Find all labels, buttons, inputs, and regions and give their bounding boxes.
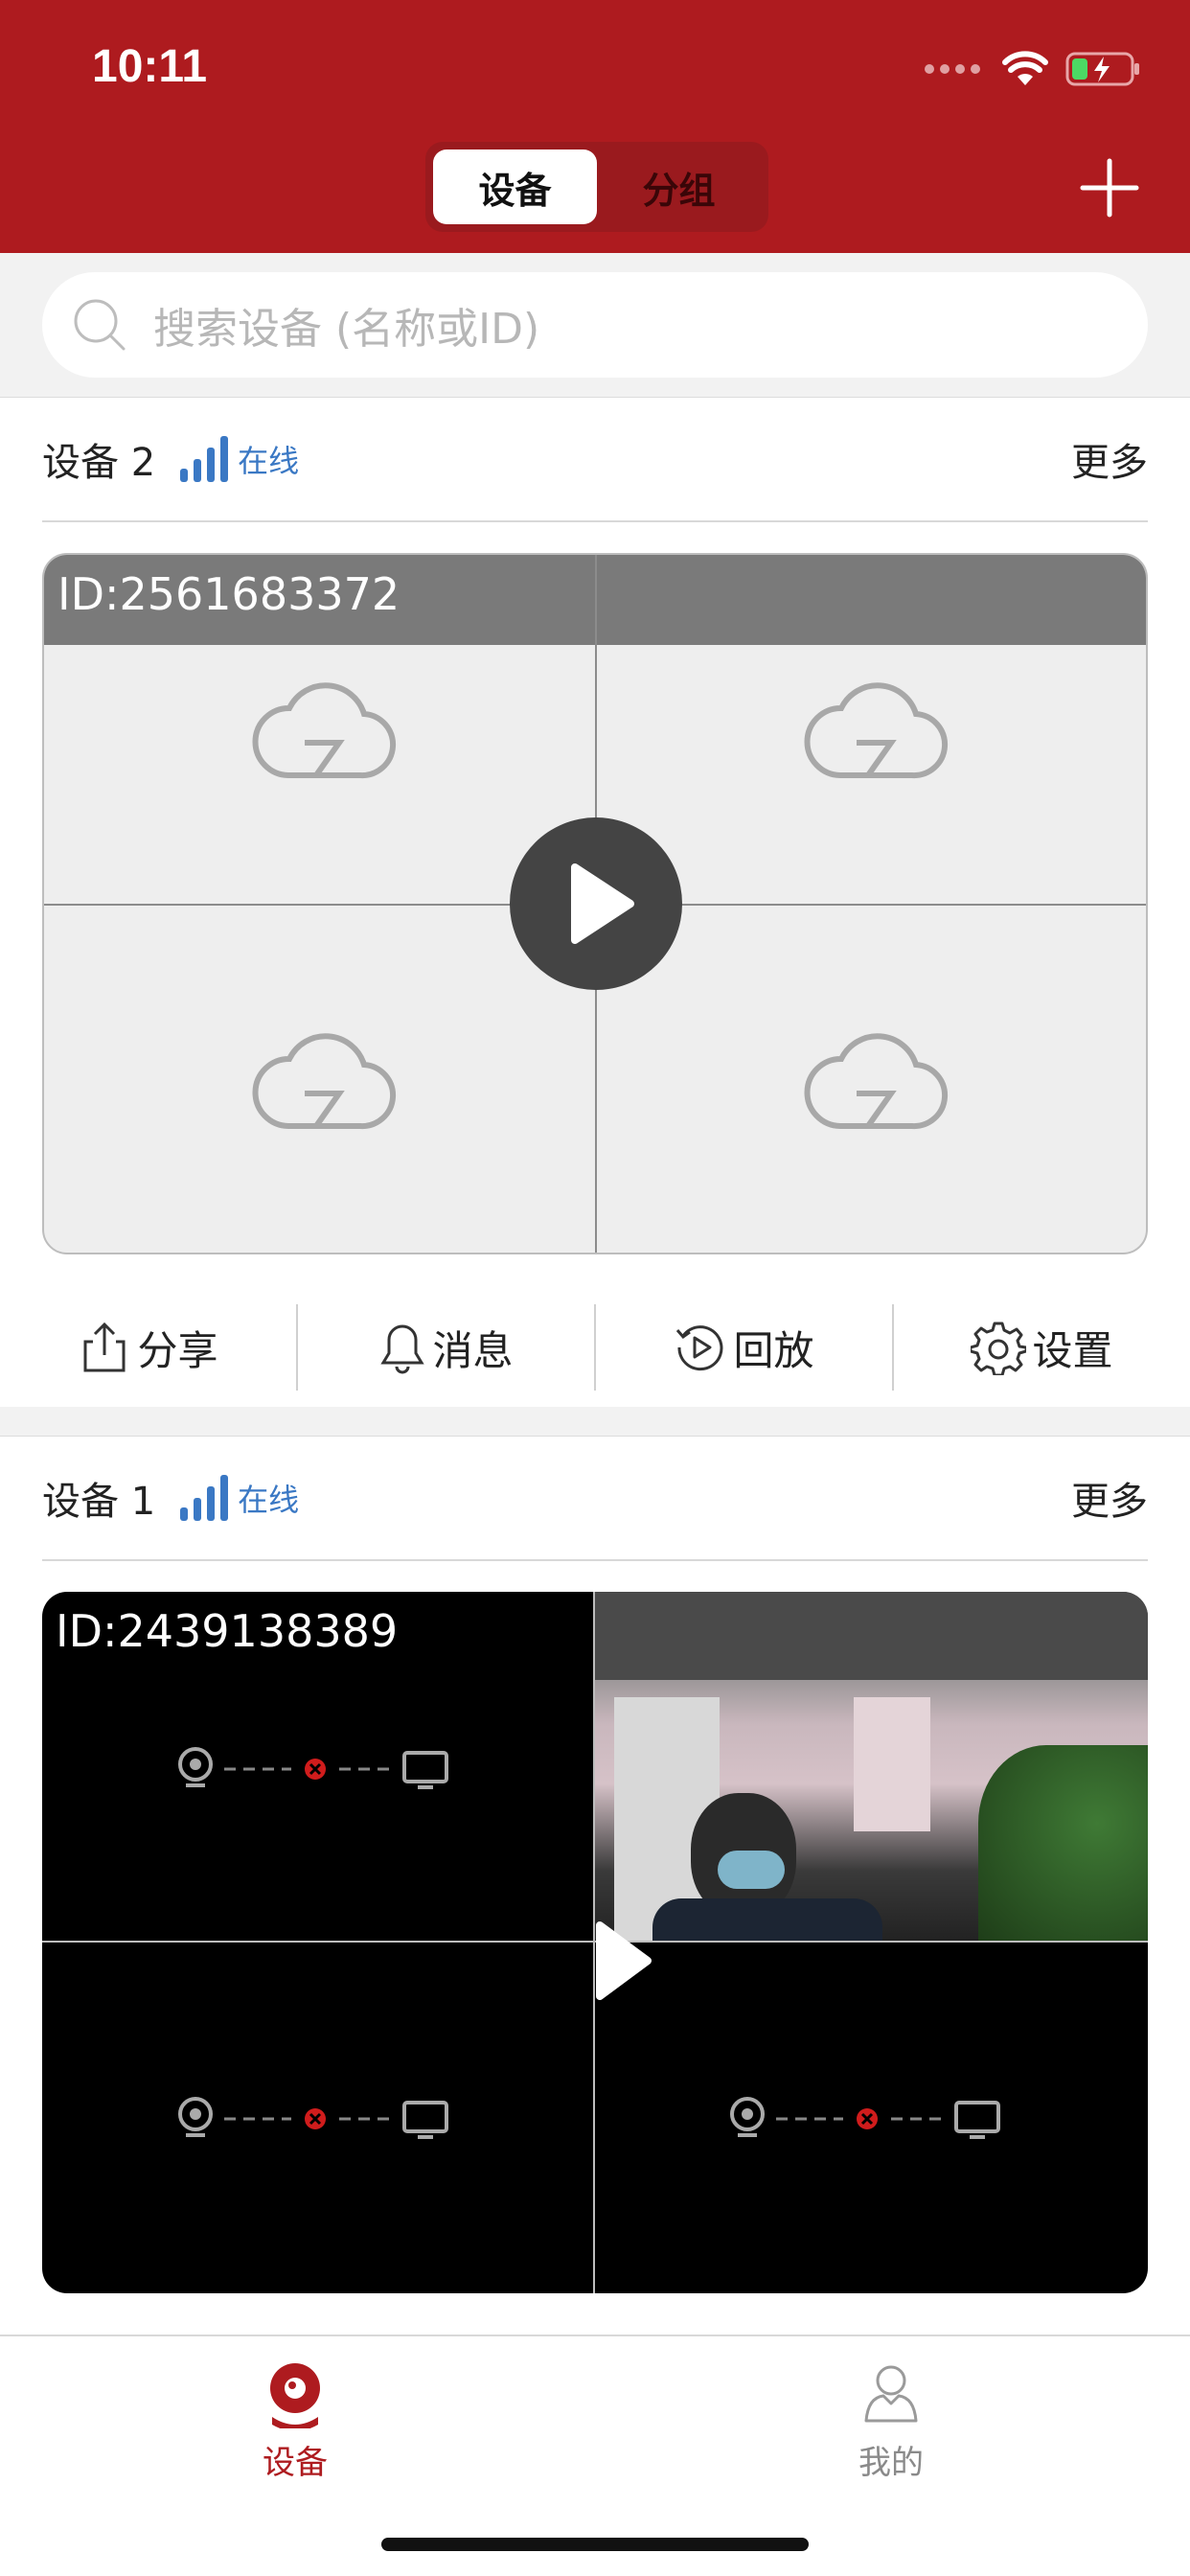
camera-icon (270, 2363, 320, 2428)
share-button[interactable]: 分享 (0, 1304, 296, 1391)
online-status: 在线 (238, 443, 300, 479)
home-indicator (381, 2538, 809, 2551)
play-button[interactable] (567, 1908, 673, 2013)
disconnected-icon (730, 2097, 1000, 2139)
device-action-bar: 分享 消息 回放 设置 (0, 1276, 1190, 1419)
share-label: 分享 (137, 1326, 218, 1374)
device-name: 设备 2 (42, 441, 156, 485)
device-id-label: ID:2439138389 (56, 1605, 399, 1657)
settings-label: 设置 (1032, 1326, 1113, 1374)
playback-button[interactable]: 回放 (594, 1304, 892, 1391)
status-time: 10:11 (92, 41, 208, 92)
tab-groups[interactable]: 分组 (597, 150, 761, 224)
camera-live-feed (595, 1592, 1148, 1941)
more-button[interactable]: 更多 (1071, 431, 1148, 487)
device-card-header: 设备 2 在线 更多 (42, 398, 1148, 522)
battery-charging-icon (1065, 52, 1139, 86)
messages-label: 消息 (432, 1326, 514, 1374)
user-icon (864, 2365, 918, 2423)
playback-label: 回放 (733, 1326, 814, 1374)
gear-icon (971, 1322, 1027, 1375)
video-preview[interactable]: ID:2439138389 (42, 1592, 1148, 2293)
playback-icon (676, 1325, 723, 1371)
device-name: 设备 1 (42, 1480, 156, 1524)
add-device-button[interactable] (1079, 157, 1140, 218)
cloud-placeholder-icon (252, 1033, 396, 1130)
signal-strength-icon (180, 1475, 229, 1521)
disconnected-icon (178, 2097, 448, 2139)
share-icon (83, 1322, 126, 1372)
bell-icon (380, 1324, 425, 1374)
view-segment-control: 设备 分组 (425, 142, 768, 232)
cloud-placeholder-icon (252, 682, 396, 779)
device-card: 设备 1 在线 更多 ID:2439138389 (0, 1436, 1190, 2336)
cloud-placeholder-icon (804, 1033, 948, 1130)
device-card: 设备 2 在线 更多 ID:2561683372 分享 消息 回放 设置 (0, 397, 1190, 1407)
play-button[interactable] (510, 817, 682, 990)
cloud-placeholder-icon (804, 682, 948, 779)
search-input[interactable]: 搜索设备 (名称或ID) (42, 272, 1148, 378)
more-button[interactable]: 更多 (1071, 1470, 1148, 1526)
tab-bar-devices[interactable]: 设备 (199, 2361, 391, 2483)
disconnected-icon (178, 1747, 448, 1789)
settings-button[interactable]: 设置 (892, 1304, 1190, 1391)
search-icon (74, 299, 126, 351)
tab-bar-me[interactable]: 我的 (795, 2361, 987, 2483)
search-placeholder: 搜索设备 (名称或ID) (153, 305, 540, 354)
online-status: 在线 (238, 1482, 300, 1518)
top-bar: 10:11 设备 分组 (0, 0, 1190, 253)
tab-devices[interactable]: 设备 (433, 150, 597, 224)
cellular-signal-icon (925, 64, 980, 74)
video-preview[interactable]: ID:2561683372 (42, 553, 1148, 1254)
signal-strength-icon (180, 436, 229, 482)
tab-bar-devices-label: 设备 (263, 2444, 328, 2482)
device-card-header: 设备 1 在线 更多 (42, 1437, 1148, 1561)
wifi-icon (1002, 51, 1048, 85)
messages-button[interactable]: 消息 (296, 1304, 594, 1391)
tab-bar-me-label: 我的 (858, 2444, 924, 2482)
device-id-label: ID:2561683372 (57, 568, 400, 620)
status-icons (924, 50, 1142, 88)
